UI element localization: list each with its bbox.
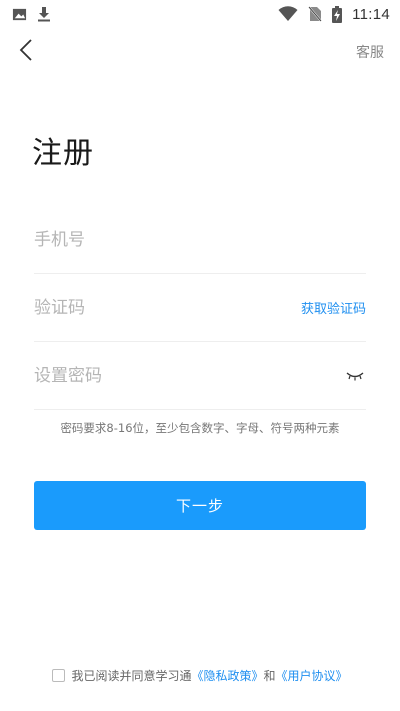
- battery-charging-icon: [332, 5, 343, 23]
- phone-input[interactable]: [34, 229, 254, 250]
- password-input[interactable]: [34, 365, 254, 386]
- password-hint: 密码要求8-16位，至少包含数字、字母、符号两种元素: [60, 421, 340, 435]
- privacy-policy-link[interactable]: 《隐私政策》: [191, 667, 263, 684]
- next-step-button[interactable]: 下一步: [34, 481, 366, 530]
- chevron-left-icon: [19, 39, 33, 65]
- image-icon: [12, 7, 27, 22]
- get-code-button[interactable]: 获取验证码: [301, 298, 366, 317]
- user-agreement-link[interactable]: 《用户协议》: [276, 667, 348, 684]
- nav-bar: 客服: [0, 34, 400, 70]
- password-visibility-toggle[interactable]: [344, 368, 366, 384]
- verification-code-input[interactable]: [34, 297, 254, 318]
- phone-field-row: [34, 206, 366, 274]
- status-left: [12, 6, 51, 22]
- status-time: 11:14: [352, 5, 390, 23]
- status-right: 11:14: [278, 5, 390, 23]
- agreement-row: 我已阅读并同意学习通 《隐私政策》 和 《用户协议》: [0, 667, 400, 684]
- back-button[interactable]: [12, 38, 40, 66]
- page-title: 注册: [32, 136, 94, 171]
- agreement-conjunction: 和: [263, 669, 276, 683]
- agreement-checkbox[interactable]: [52, 669, 66, 682]
- register-form: 获取验证码: [34, 206, 366, 410]
- password-field-row: [34, 342, 366, 410]
- eye-closed-icon: [346, 366, 364, 385]
- customer-service-link[interactable]: 客服: [356, 42, 384, 62]
- status-bar: 11:14: [0, 0, 400, 28]
- download-icon: [37, 6, 51, 22]
- wifi-icon: [278, 6, 298, 22]
- no-sim-icon: [308, 6, 322, 22]
- agreement-prefix: 我已阅读并同意学习通: [71, 669, 192, 683]
- code-field-row: 获取验证码: [34, 274, 366, 342]
